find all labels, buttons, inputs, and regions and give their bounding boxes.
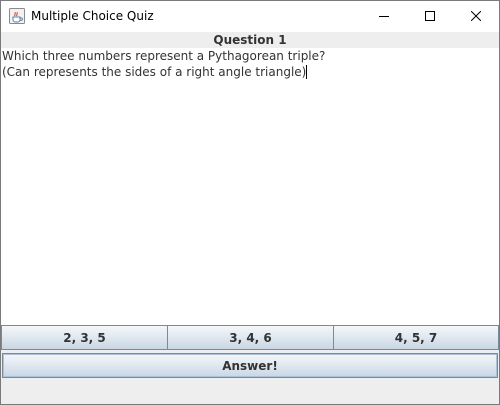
choice-button-2[interactable]: 3, 4, 6 <box>167 325 334 350</box>
window-title: Multiple Choice Quiz <box>31 9 154 23</box>
choice-button-1[interactable]: 2, 3, 5 <box>1 325 168 350</box>
question-text-line-1: Which three numbers represent a Pythagor… <box>2 49 326 63</box>
maximize-icon <box>425 10 435 24</box>
quiz-panel: Question 1 Which three numbers represent… <box>1 32 499 404</box>
text-caret <box>306 65 308 79</box>
answer-button[interactable]: Answer! <box>2 353 498 378</box>
choice-button-3[interactable]: 4, 5, 7 <box>333 325 499 350</box>
answer-choices: 2, 3, 5 3, 4, 6 4, 5, 7 <box>1 325 499 352</box>
maximize-button[interactable] <box>407 1 453 32</box>
question-text-line-2: (Can represents the sides of a right ang… <box>2 65 308 79</box>
title-bar[interactable]: Multiple Choice Quiz <box>1 1 499 32</box>
question-title: Question 1 <box>213 33 287 47</box>
question-text-area[interactable]: Which three numbers represent a Pythagor… <box>1 48 499 325</box>
minimize-button[interactable] <box>361 1 407 32</box>
java-cup-icon <box>9 8 25 24</box>
quiz-window: Multiple Choice Quiz Question 1 Which th… <box>0 0 500 405</box>
close-button[interactable] <box>453 1 499 32</box>
close-icon <box>470 10 482 24</box>
minimize-icon <box>379 10 389 24</box>
